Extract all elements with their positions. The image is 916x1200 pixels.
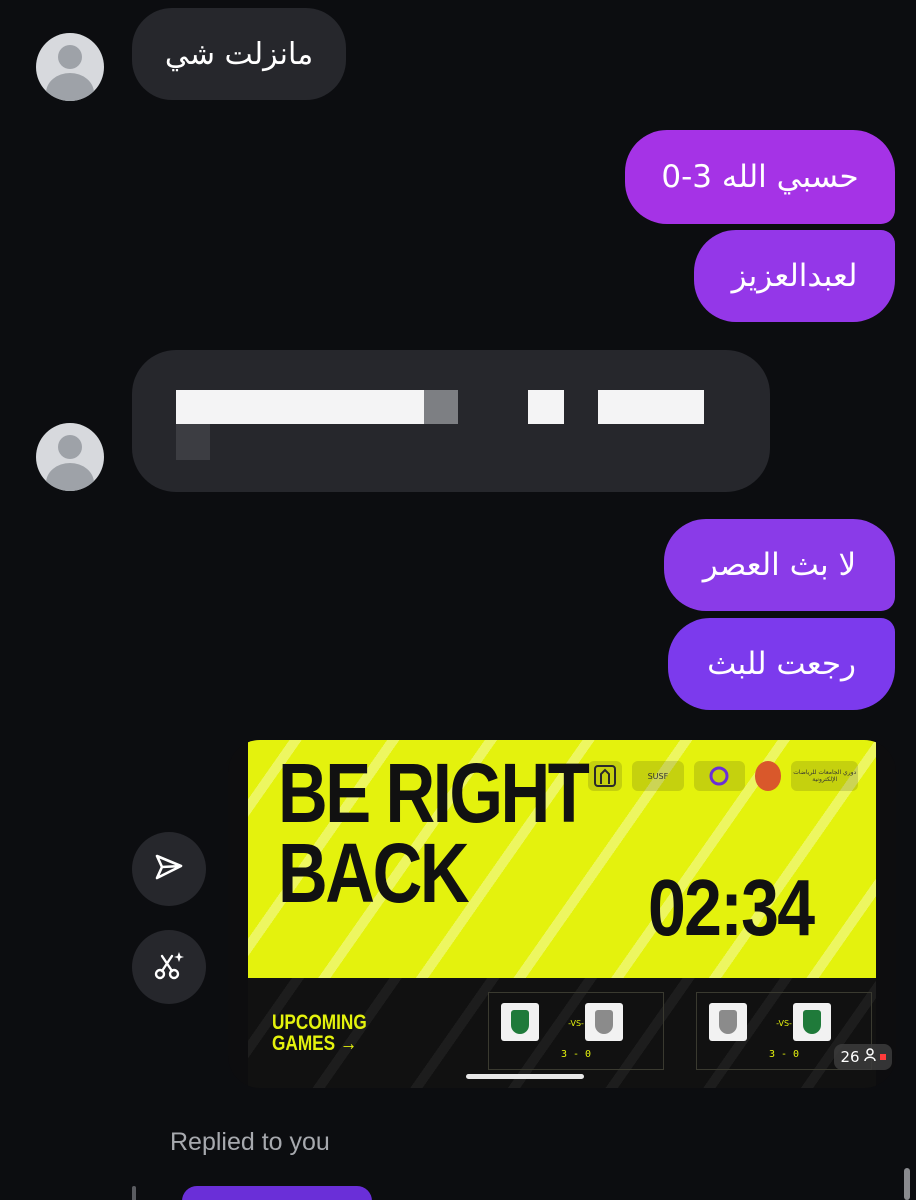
message-text: مانزلت شي [164,36,314,72]
send-icon [153,851,185,887]
redaction-block [424,390,458,424]
match-score: 3 - 0 [560,1049,592,1060]
outgoing-message-bubble[interactable]: رجعت للبث [668,618,895,710]
upcoming-line2: GAMES → [272,1032,358,1055]
viewer-count: 26 [840,1048,860,1066]
remix-button[interactable] [132,930,206,1004]
reply-quote-bar [132,1186,136,1200]
person-icon [863,1048,876,1066]
outgoing-message-bubble[interactable]: حسبي الله 3-0 [625,130,895,224]
avatar-head [58,435,82,459]
message-text: لعبدالعزيز [731,258,858,294]
message-text: حسبي الله 3-0 [661,159,859,195]
team-logo [585,1003,623,1041]
share-button[interactable] [132,832,206,906]
brb-title-line1: BE RIGHT [278,746,590,840]
brb-banner: BE RIGHT BACK SUSF دوري الجامعات للرياضا… [248,740,876,978]
outgoing-message-bubble[interactable]: لا بث العصر [664,519,895,611]
sponsor-logo [588,761,623,791]
upcoming-line1: UPCOMING [272,1011,367,1034]
outgoing-message-bubble[interactable]: لعبدالعزيز [694,230,895,322]
league-logo-text: دوري الجامعات للرياضات الإلكترونية [793,768,857,783]
scrollbar[interactable] [904,1168,910,1200]
viewer-count-badge: 26 [834,1044,892,1070]
brb-title: BE RIGHT BACK [278,746,590,920]
league-logo: دوري الجامعات للرياضات الإلكترونية [791,761,859,791]
sponsor-logo [693,761,745,791]
match-card: -VS- 3 - 0 [488,992,664,1070]
media-message[interactable]: BE RIGHT BACK SUSF دوري الجامعات للرياضا… [228,740,896,1088]
crest-icon [803,1010,821,1034]
countdown-timer: 02:34 [648,863,815,952]
brb-title-line2: BACK [278,825,470,920]
avatar[interactable] [36,423,104,491]
message-text: رجعت للبث [707,646,856,682]
replied-label: Replied to you [170,1128,330,1156]
message-text: لا بث العصر [702,547,857,583]
avatar[interactable] [36,33,104,101]
vs-label: -VS- [776,1019,792,1028]
live-indicator-icon [879,1054,886,1060]
redaction-block [528,390,564,424]
media-home-indicator [466,1074,584,1079]
redaction-block [598,390,704,424]
avatar-body [46,73,94,101]
avatar-head [58,45,82,69]
scissors-sparkle-icon [152,948,186,986]
crest-icon [595,1010,613,1034]
burger-king-logo [754,761,782,791]
sponsor-logo: SUSF [632,761,684,791]
quoted-reply-bubble[interactable] [182,1186,372,1200]
upcoming-games-band: UPCOMING GAMES → -VS- 3 - 0 -VS- 3 - 0 [248,978,876,1088]
redaction-block [176,390,424,424]
vs-label: -VS- [568,1019,584,1028]
upcoming-games-label: UPCOMING GAMES → [272,1012,367,1054]
team-logo [793,1003,831,1041]
incoming-message-bubble[interactable]: مانزلت شي [132,8,346,100]
avatar-body [46,463,94,491]
sponsor-logos: SUSF دوري الجامعات للرياضات الإلكترونية [588,754,859,798]
redaction-block [176,424,210,460]
